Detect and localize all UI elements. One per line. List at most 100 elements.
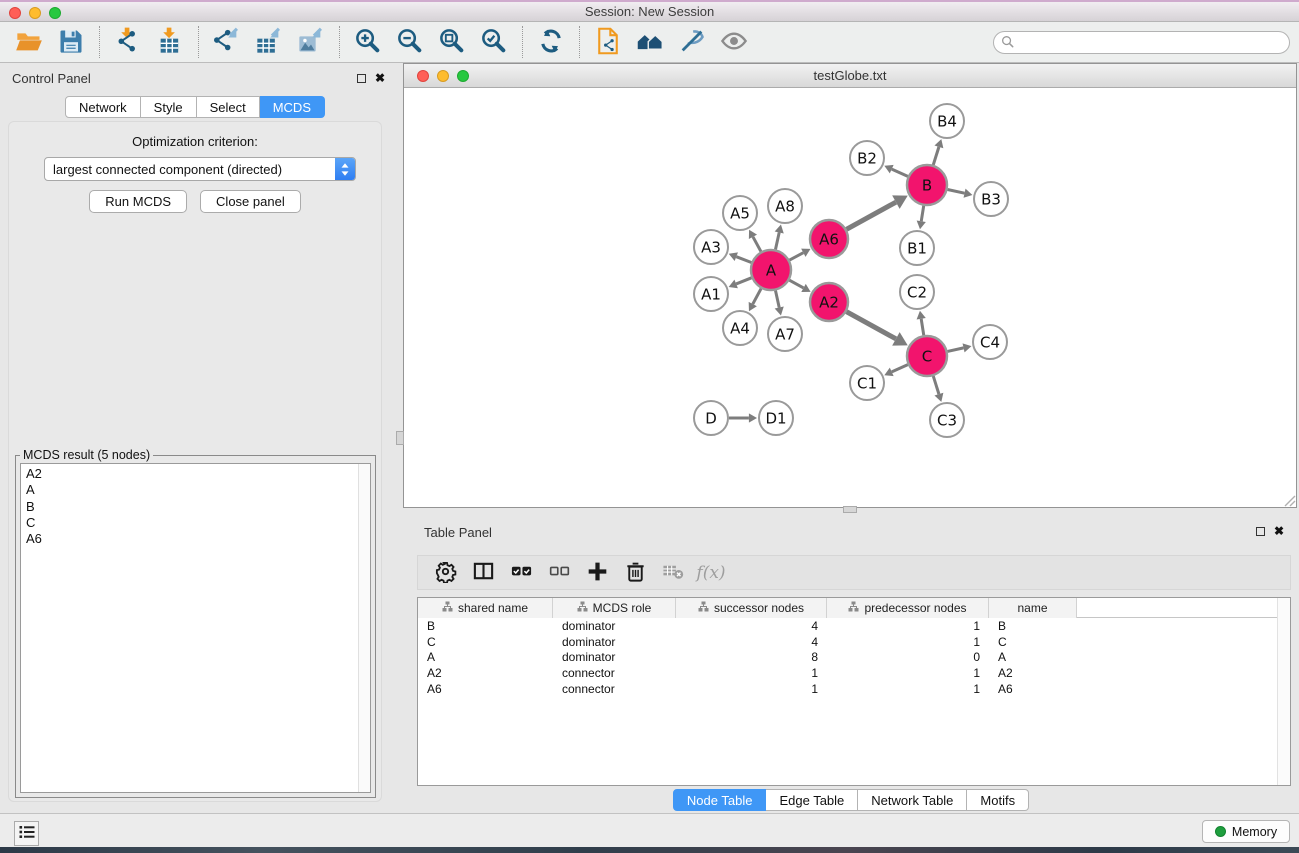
desktop-horizontal-scrollbar[interactable] <box>843 506 857 513</box>
mcds-result-item[interactable]: C <box>26 515 370 531</box>
select-all-icon <box>510 560 533 586</box>
table-tab-motifs[interactable]: Motifs <box>967 789 1029 811</box>
node-table: shared nameMCDS role successor nodes prede… <box>417 597 1291 786</box>
node-table-body: Bdominator41BCdominator41CAdominator80AA… <box>418 618 1290 696</box>
edge-arrowhead <box>963 343 972 352</box>
deselect-all-button[interactable] <box>540 558 578 588</box>
main-toolbar <box>0 22 1299 63</box>
settings-button[interactable] <box>426 558 464 588</box>
graph-node-label: B1 <box>907 239 927 257</box>
zoom-selected-button[interactable] <box>473 24 515 60</box>
graph-node-label: A6 <box>819 230 839 248</box>
run-mcds-button[interactable]: Run MCDS <box>89 190 187 213</box>
split-view-button[interactable] <box>464 558 502 588</box>
table-row[interactable]: A2connector11A2 <box>418 665 1290 681</box>
save-button[interactable] <box>50 24 92 60</box>
open-button[interactable] <box>8 24 50 60</box>
edge-B-B3 <box>948 189 965 193</box>
tab-select[interactable]: Select <box>197 96 260 118</box>
refresh-button[interactable] <box>530 24 572 60</box>
import-network-button[interactable] <box>107 24 149 60</box>
table-row[interactable]: A6connector11A6 <box>418 681 1290 697</box>
export-image-icon <box>297 27 325 58</box>
open-icon <box>15 27 43 58</box>
edge-A-A5 <box>753 237 761 252</box>
table-row[interactable]: Bdominator41B <box>418 618 1290 634</box>
edge-arrowhead <box>775 225 784 234</box>
tab-network[interactable]: Network <box>65 96 141 118</box>
export-network-button[interactable] <box>206 24 248 60</box>
task-history-button[interactable] <box>14 821 39 846</box>
table-float-panel-icon[interactable] <box>1256 527 1265 536</box>
network-window-titlebar[interactable]: testGlobe.txt <box>404 64 1296 88</box>
main-toolbar-icons <box>8 24 755 60</box>
network-canvas[interactable]: AA1A2A3A4A5A6A7A8BB1B2B3B4CC1C2C3C4DD1 <box>404 88 1296 507</box>
column-header-name[interactable]: name <box>989 598 1077 618</box>
app-title: Session: New Session <box>0 4 1299 19</box>
column-header-successor-nodes[interactable]: successor nodes <box>676 598 827 618</box>
graph-node-label: A1 <box>701 285 721 303</box>
table-row[interactable]: Cdominator41C <box>418 634 1290 650</box>
control-panel-title: Control Panel <box>12 71 91 86</box>
column-label: successor nodes <box>714 601 804 615</box>
export-table-icon <box>255 27 283 58</box>
table-cell: 8 <box>676 650 827 664</box>
mcds-result-item[interactable]: A2 <box>26 466 370 482</box>
edge-A-A8 <box>775 232 779 249</box>
column-header-shared-name[interactable]: shared name <box>418 598 553 618</box>
table-scrollbar[interactable] <box>1277 598 1290 785</box>
table-row[interactable]: Adominator80A <box>418 649 1290 665</box>
search-box[interactable] <box>993 31 1290 54</box>
window-resize-grip[interactable] <box>1283 494 1296 507</box>
zoom-out-button[interactable] <box>389 24 431 60</box>
eye-button[interactable] <box>713 24 755 60</box>
memory-button[interactable]: Memory <box>1202 820 1290 843</box>
search-input[interactable] <box>1014 33 1289 52</box>
mcds-result-item[interactable]: A <box>26 482 370 498</box>
mcds-result-item[interactable]: B <box>26 499 370 515</box>
memory-status-icon <box>1215 826 1226 837</box>
table-tab-network-table[interactable]: Network Table <box>858 789 967 811</box>
edge-C-C3 <box>933 376 939 394</box>
import-table-button[interactable] <box>149 24 191 60</box>
close-panel-button[interactable]: Close panel <box>200 190 301 213</box>
delete-button[interactable] <box>616 558 654 588</box>
app-titlebar[interactable]: Session: New Session <box>0 0 1299 22</box>
mcds-list-scrollbar[interactable] <box>358 464 370 792</box>
desktop-vertical-scrollbar[interactable] <box>396 431 404 445</box>
zoom-fit-button[interactable] <box>431 24 473 60</box>
graph-node-label: C1 <box>857 374 877 392</box>
table-cell: 1 <box>827 682 989 696</box>
table-toolbar: f(x) <box>417 555 1291 590</box>
close-panel-icon[interactable]: ✖ <box>375 73 385 83</box>
table-cell: A <box>989 650 1077 664</box>
table-cell: 0 <box>827 650 989 664</box>
select-all-button[interactable] <box>502 558 540 588</box>
column-header-predecessor-nodes[interactable]: predecessor nodes <box>827 598 989 618</box>
annotations-button[interactable] <box>671 24 713 60</box>
mcds-result-list[interactable]: A2ABCA6 <box>20 463 371 793</box>
function-button[interactable]: f(x) <box>692 558 730 588</box>
table-tab-edge-table[interactable]: Edge Table <box>766 789 858 811</box>
table-close-panel-icon[interactable]: ✖ <box>1274 526 1284 536</box>
tab-style[interactable]: Style <box>141 96 197 118</box>
add-button[interactable] <box>578 558 616 588</box>
tab-mcds[interactable]: MCDS <box>260 96 325 118</box>
export-table-button[interactable] <box>248 24 290 60</box>
new-network-button[interactable] <box>587 24 629 60</box>
table-cell: dominator <box>553 619 676 633</box>
mcds-result-items: A2ABCA6 <box>21 464 370 547</box>
criterion-select[interactable]: largest connected component (directed) <box>44 157 356 181</box>
column-header-mcds-role[interactable]: MCDS role <box>553 598 676 618</box>
home-button[interactable] <box>629 24 671 60</box>
table-cell: 1 <box>827 666 989 680</box>
graph-node-label: A <box>766 261 777 279</box>
export-image-button[interactable] <box>290 24 332 60</box>
mcds-result-item[interactable]: A6 <box>26 531 370 547</box>
table-tab-node-table[interactable]: Node Table <box>673 789 767 811</box>
float-panel-icon[interactable] <box>357 74 366 83</box>
table-cell: B <box>989 619 1077 633</box>
graph-node-label: A2 <box>819 293 839 311</box>
zoom-in-button[interactable] <box>347 24 389 60</box>
delete-table-button[interactable] <box>654 558 692 588</box>
